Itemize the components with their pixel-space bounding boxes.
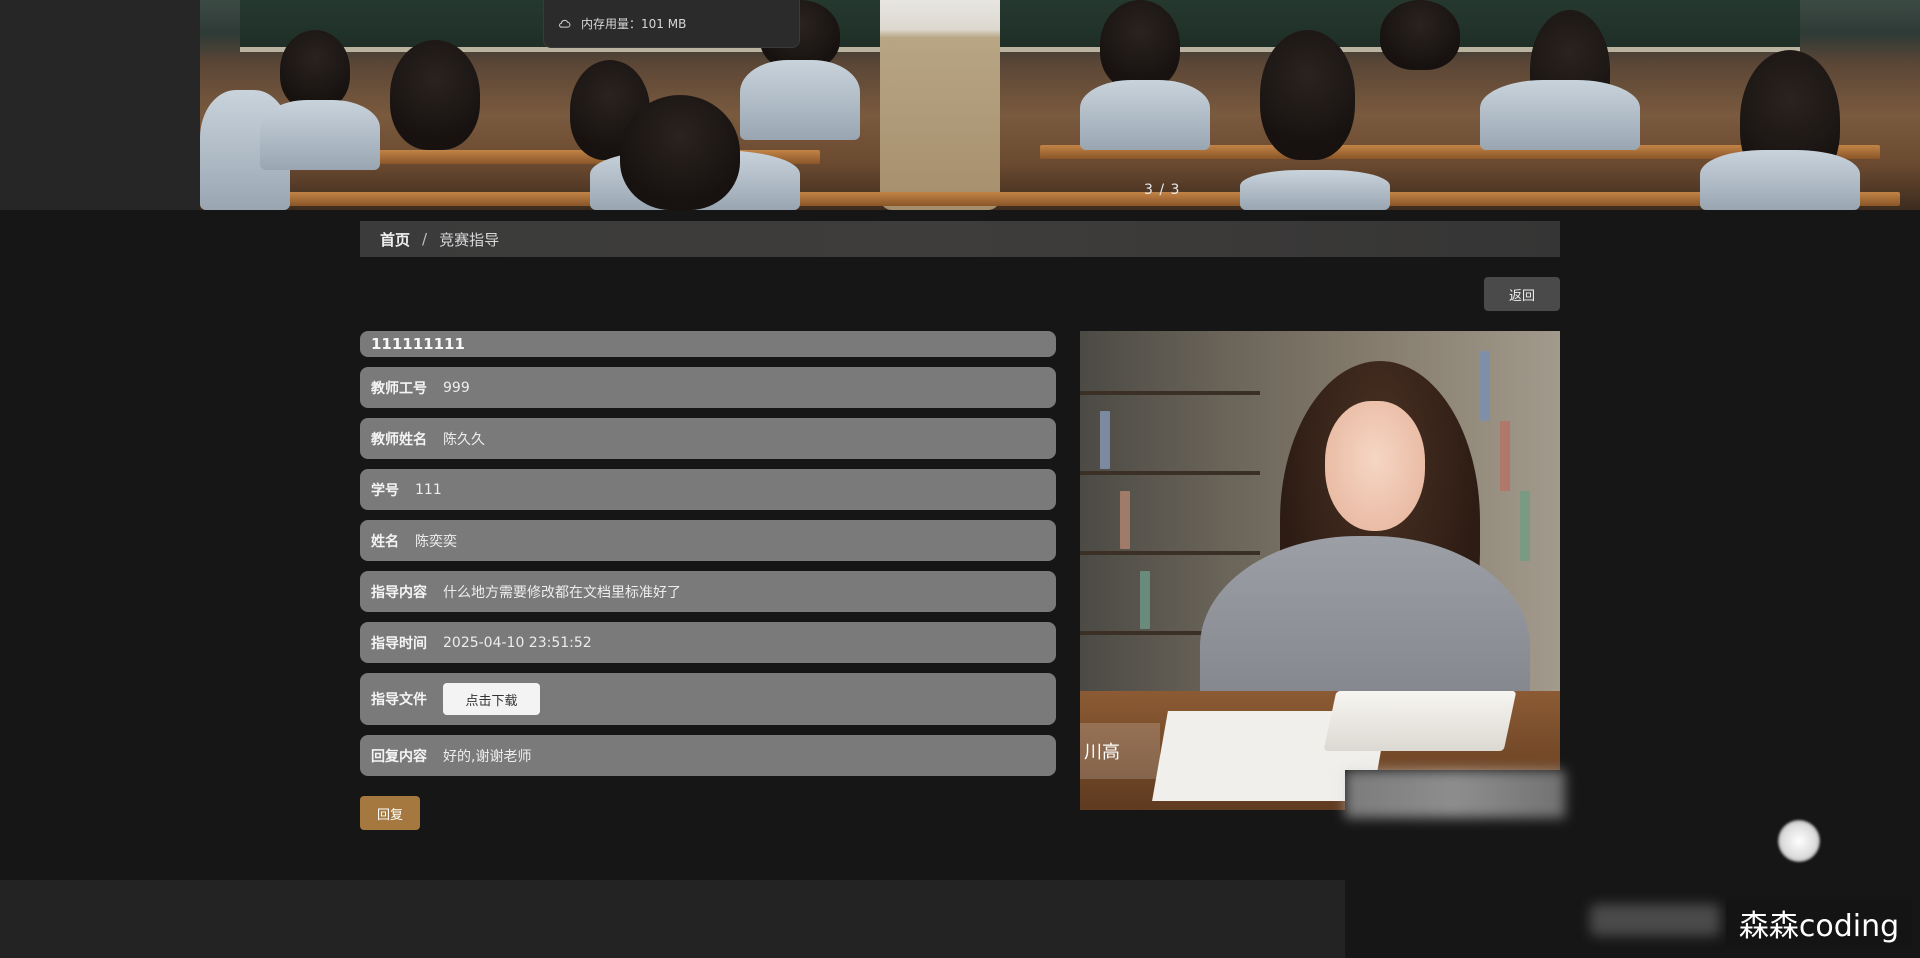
photo-book xyxy=(1120,491,1130,549)
detail-photo: 川高 xyxy=(1080,331,1560,810)
breadcrumb-home[interactable]: 首页 xyxy=(380,229,410,250)
photo-shelf xyxy=(1080,551,1260,555)
carousel-indicator: 3 / 3 xyxy=(1144,182,1181,198)
breadcrumb-current: 竞赛指导 xyxy=(439,230,500,249)
field-label: 指导内容 xyxy=(371,584,427,601)
field-value: 陈久久 xyxy=(443,431,485,448)
breadcrumb-separator: / xyxy=(422,230,428,248)
field-label: 学号 xyxy=(371,482,399,499)
banner-student xyxy=(1080,80,1210,150)
banner-student xyxy=(280,30,350,110)
breadcrumb: 首页 / 竞赛指导 xyxy=(360,221,1560,257)
banner-student xyxy=(390,40,480,150)
field-label: 姓名 xyxy=(371,533,399,550)
memory-usage-tooltip: 内存用量：101 MB xyxy=(543,0,800,48)
cloud-icon xyxy=(559,19,571,28)
field-guidance-file: 指导文件 点击下载 xyxy=(360,673,1056,725)
watermark: 森森coding xyxy=(1726,899,1912,947)
field-label: 指导文件 xyxy=(371,692,427,708)
banner-student xyxy=(1240,170,1390,210)
banner-student xyxy=(740,60,860,140)
banner-student xyxy=(620,95,740,210)
floating-action-button[interactable] xyxy=(1778,820,1820,862)
photo-book xyxy=(1520,491,1530,561)
blurred-footer-text xyxy=(1590,904,1720,936)
banner-student xyxy=(260,100,380,170)
field-guidance-content: 指导内容 什么地方需要修改都在文档里标准好了 xyxy=(360,571,1056,612)
download-button[interactable]: 点击下载 xyxy=(443,683,540,715)
banner-carousel[interactable]: 3 / 3 xyxy=(200,0,1920,210)
field-value: 陈奕奕 xyxy=(415,533,457,550)
field-value: 什么地方需要修改都在文档里标准好了 xyxy=(443,584,681,601)
photo-shelf xyxy=(1080,391,1260,395)
field-student-name: 姓名 陈奕奕 xyxy=(360,520,1056,561)
photo-person-face xyxy=(1325,401,1425,531)
banner-student xyxy=(1380,0,1460,70)
field-label: 教师工号 xyxy=(371,380,427,397)
banner-teacher-figure xyxy=(880,0,1000,210)
back-button[interactable]: 返回 xyxy=(1484,277,1560,311)
reply-button[interactable]: 回复 xyxy=(360,796,420,830)
photo-book xyxy=(1140,571,1150,629)
blurred-overlay xyxy=(1345,770,1565,818)
photo-open-book xyxy=(1323,691,1517,751)
field-student-id: 学号 111 xyxy=(360,469,1056,510)
photo-book xyxy=(1500,421,1510,491)
photo-shelf xyxy=(1080,471,1260,475)
photo-book xyxy=(1100,411,1110,469)
field-value: 好的,谢谢老师 xyxy=(443,748,532,765)
banner-student xyxy=(1480,80,1640,150)
banner-desk xyxy=(220,192,1900,206)
banner-student xyxy=(1100,0,1180,90)
field-reply-content: 回复内容 好的,谢谢老师 xyxy=(360,735,1056,776)
detail-title-row: 111111111 xyxy=(360,331,1056,357)
field-value: 2025-04-10 23:51:52 xyxy=(443,634,592,651)
field-value: 999 xyxy=(443,379,470,396)
field-value: 111 xyxy=(415,481,442,498)
photo-watermark: 川高 xyxy=(1080,723,1160,779)
photo-book xyxy=(1480,351,1490,421)
banner-left-margin xyxy=(0,0,200,210)
memory-usage-label: 内存用量：101 MB xyxy=(581,17,687,31)
guidance-detail: 111111111 教师工号 999 教师姓名 陈久久 学号 111 姓名 陈奕… xyxy=(360,331,1056,786)
field-label: 教师姓名 xyxy=(371,431,427,448)
banner-student xyxy=(1260,30,1355,160)
field-label: 指导时间 xyxy=(371,635,427,652)
field-teacher-name: 教师姓名 陈久久 xyxy=(360,418,1056,459)
detail-title: 111111111 xyxy=(371,335,465,353)
field-label: 回复内容 xyxy=(371,748,427,765)
banner-student xyxy=(1700,150,1860,210)
field-guidance-time: 指导时间 2025-04-10 23:51:52 xyxy=(360,622,1056,663)
field-teacher-id: 教师工号 999 xyxy=(360,367,1056,408)
